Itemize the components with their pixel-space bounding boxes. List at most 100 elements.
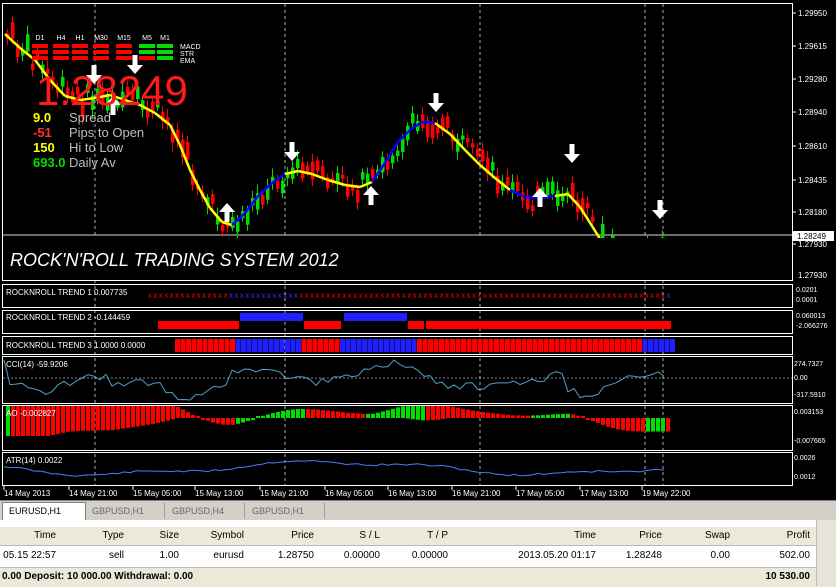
signal-cell xyxy=(32,56,48,60)
col-swap[interactable]: Swap xyxy=(705,530,730,541)
ao-label: AO -0.002827 xyxy=(6,409,56,418)
col-price[interactable]: Price xyxy=(291,530,314,541)
time-axis-label: 17 May 13:00 xyxy=(580,489,629,498)
trend3-block xyxy=(472,339,477,352)
ao-bar xyxy=(576,415,580,418)
col-profit[interactable]: Profit xyxy=(787,530,810,541)
trend1-marker: x xyxy=(569,291,573,300)
trend1-marker: x xyxy=(278,291,282,300)
col-close-price[interactable]: Price xyxy=(639,530,662,541)
trend1-marker: x xyxy=(240,291,244,300)
timeframe-label: H1 xyxy=(76,35,85,42)
ao-bar xyxy=(111,406,115,431)
ao-bar xyxy=(571,414,575,418)
trend3-block xyxy=(549,339,554,352)
candle-body xyxy=(281,180,285,194)
trend3-block xyxy=(340,339,345,352)
timeframe-label: M1 xyxy=(160,35,170,42)
trend1-marker: x xyxy=(337,291,341,300)
tab-gbpusd-h1-2[interactable]: GBPUSD,H1 xyxy=(246,503,325,519)
ao-bar xyxy=(651,418,655,432)
candle-body xyxy=(436,126,440,134)
trend1-marker: x xyxy=(353,291,357,300)
ao-axis-bottom: -0.007665 xyxy=(794,438,826,445)
trend1-marker: x xyxy=(175,291,179,300)
ao-bar xyxy=(526,415,530,418)
col-size[interactable]: Size xyxy=(160,530,179,541)
ao-bar xyxy=(446,406,450,419)
trend3-block xyxy=(268,339,274,352)
ao-bar xyxy=(156,406,160,423)
trend3-block xyxy=(175,339,180,352)
trend3-block xyxy=(180,339,186,352)
ao-bar xyxy=(181,409,185,418)
trend1-marker: x xyxy=(612,291,616,300)
trend1-marker: x xyxy=(380,291,384,300)
ao-bar xyxy=(331,411,335,418)
trade-table-header: Time Type Size Symbol Price S / L T / P … xyxy=(0,527,836,546)
trend3-block xyxy=(406,339,411,352)
ao-bar xyxy=(201,418,205,420)
ao-bar xyxy=(341,412,345,418)
col-symbol[interactable]: Symbol xyxy=(211,530,244,541)
ao-bar xyxy=(116,406,120,430)
tab-gbpusd-h4[interactable]: GBPUSD,H4 xyxy=(166,503,245,519)
ao-bar xyxy=(646,418,650,432)
time-axis-label: 17 May 05:00 xyxy=(516,489,565,498)
atr-label: ATR(14) 0.0022 xyxy=(6,456,63,465)
trend3-block xyxy=(653,339,659,352)
trend3-block xyxy=(323,339,329,352)
col-type[interactable]: Type xyxy=(102,530,124,541)
ao-bar xyxy=(246,418,250,421)
signal-cell xyxy=(93,50,109,54)
ao-bar xyxy=(361,413,365,418)
ao-bar xyxy=(391,408,395,418)
candle-body xyxy=(551,181,555,194)
tab-gbpusd-h1[interactable]: GBPUSD,H1 xyxy=(86,503,165,519)
trend1-axis-bottom: 0.0001 xyxy=(796,297,818,304)
trend3-block xyxy=(422,339,428,352)
trend1-marker: x xyxy=(202,291,206,300)
terminal-scrollbar[interactable] xyxy=(816,520,836,586)
trend3-block xyxy=(598,339,604,352)
trend1-marker: x xyxy=(310,291,314,300)
trend1-marker: x xyxy=(245,291,249,300)
col-tp[interactable]: T / P xyxy=(427,530,448,541)
ao-bar xyxy=(591,418,595,421)
trend1-marker: x xyxy=(413,291,417,300)
cell-profit: 502.00 xyxy=(779,550,810,561)
trend1-marker: x xyxy=(591,291,595,300)
time-axis-label: 14 May 2013 xyxy=(4,489,51,498)
candle-body xyxy=(321,166,325,178)
trend3-block xyxy=(307,339,312,352)
trend3-block xyxy=(488,339,494,352)
price-chart[interactable]: D1 H4 H1 M30 M15 M5 M1MACDSTREMA1.282499.0 Spre… xyxy=(0,0,836,498)
trend1-marker: x xyxy=(251,291,255,300)
tab-eurusd-h1[interactable]: EURUSD,H1 xyxy=(2,502,86,521)
col-sl[interactable]: S / L xyxy=(359,530,380,541)
trend1-marker: x xyxy=(585,291,589,300)
table-row[interactable]: 05.15 22:57 sell 1.00 eurusd 1.28750 0.0… xyxy=(0,547,836,565)
ao-bar xyxy=(536,415,540,418)
ao-bar xyxy=(81,406,85,431)
trend1-marker: x xyxy=(564,291,568,300)
ao-bar xyxy=(441,406,445,419)
trend3-block xyxy=(417,339,422,352)
trend1-marker: x xyxy=(342,291,346,300)
col-close-time[interactable]: Time xyxy=(574,530,596,541)
col-open-time[interactable]: Time xyxy=(34,530,56,541)
trend3-block xyxy=(263,339,268,352)
ao-bar xyxy=(276,411,280,418)
ao-bar xyxy=(101,406,105,431)
trend1-marker: x xyxy=(386,291,390,300)
signal-row-label: EMA xyxy=(180,58,196,65)
terminal-panel: Time Type Size Symbol Price S / L T / P … xyxy=(0,520,836,587)
timeframe-label: H4 xyxy=(57,35,66,42)
signal-cell xyxy=(116,44,132,48)
arrow-shaft xyxy=(433,93,439,103)
ao-bar xyxy=(301,408,305,418)
trend3-block xyxy=(631,339,637,352)
ao-bar xyxy=(131,406,135,428)
trend1-marker: x xyxy=(434,291,438,300)
ao-bar xyxy=(496,413,500,418)
